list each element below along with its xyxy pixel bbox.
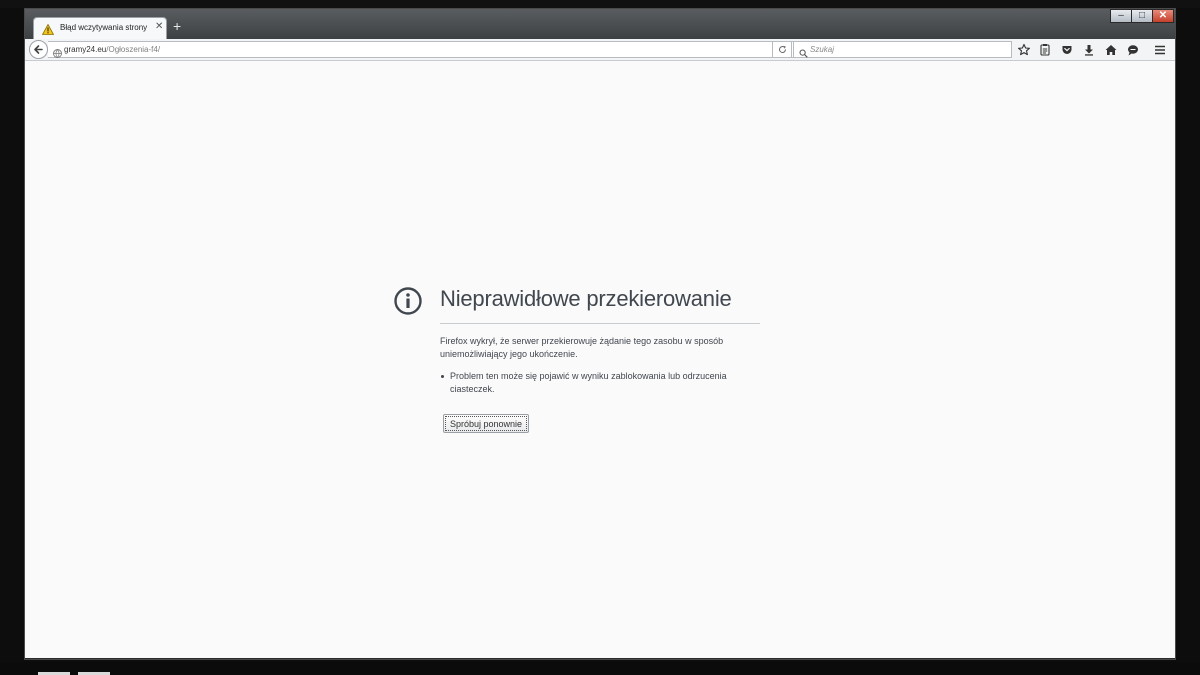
warning-icon [41,22,55,40]
navigation-toolbar: gramy24.eu/Ogłoszenia-f4/ [25,39,1175,61]
reload-button[interactable] [772,41,792,58]
reading-list-icon[interactable] [1038,43,1052,57]
title-bar: Błąd wczytywania strony ✕ + – □ ✕ [25,9,1175,39]
tab-close-icon[interactable]: ✕ [155,22,163,32]
try-again-button[interactable]: Spróbuj ponownie [443,414,530,433]
close-window-button[interactable]: ✕ [1152,9,1174,23]
search-bar[interactable] [793,41,1012,58]
url-path: /Ogłoszenia-f4/ [106,45,161,54]
desktop-background [0,0,1200,8]
menu-icon[interactable] [1153,43,1167,57]
tab-title: Błąd wczytywania strony [60,23,148,32]
info-icon [393,286,423,321]
list-item: Problem ten może się pojawić w wyniku za… [440,370,760,396]
title-divider [440,323,760,324]
pocket-icon[interactable] [1060,43,1074,57]
error-title: Nieprawidłowe przekierowanie [440,286,732,311]
back-arrow-icon [34,45,43,54]
maximize-button[interactable]: □ [1131,9,1153,23]
browser-window: Błąd wczytywania strony ✕ + – □ ✕ gramy2… [24,8,1176,660]
page-content: Nieprawidłowe przekierowanie Firefox wyk… [25,61,1175,658]
download-icon[interactable] [1082,43,1096,57]
url-domain: gramy24.eu [64,45,107,54]
reload-icon [779,45,787,53]
url-bar[interactable]: gramy24.eu/Ogłoszenia-f4/ [48,41,795,58]
new-tab-button[interactable]: + [173,19,181,33]
home-icon[interactable] [1104,43,1118,57]
search-input[interactable] [810,43,1006,55]
bookmark-star-icon[interactable] [1017,43,1031,57]
taskbar-strip [0,662,1200,675]
error-description: Firefox wykrył, że serwer przekierowuje … [440,336,724,359]
url-text: gramy24.eu/Ogłoszenia-f4/ [64,45,160,54]
chat-icon[interactable] [1126,43,1140,57]
tab-error-page[interactable]: Błąd wczytywania strony ✕ [33,17,167,39]
back-button[interactable] [29,40,48,59]
error-hints: Problem ten może się pojawić w wyniku za… [440,370,760,396]
minimize-button[interactable]: – [1110,9,1132,23]
